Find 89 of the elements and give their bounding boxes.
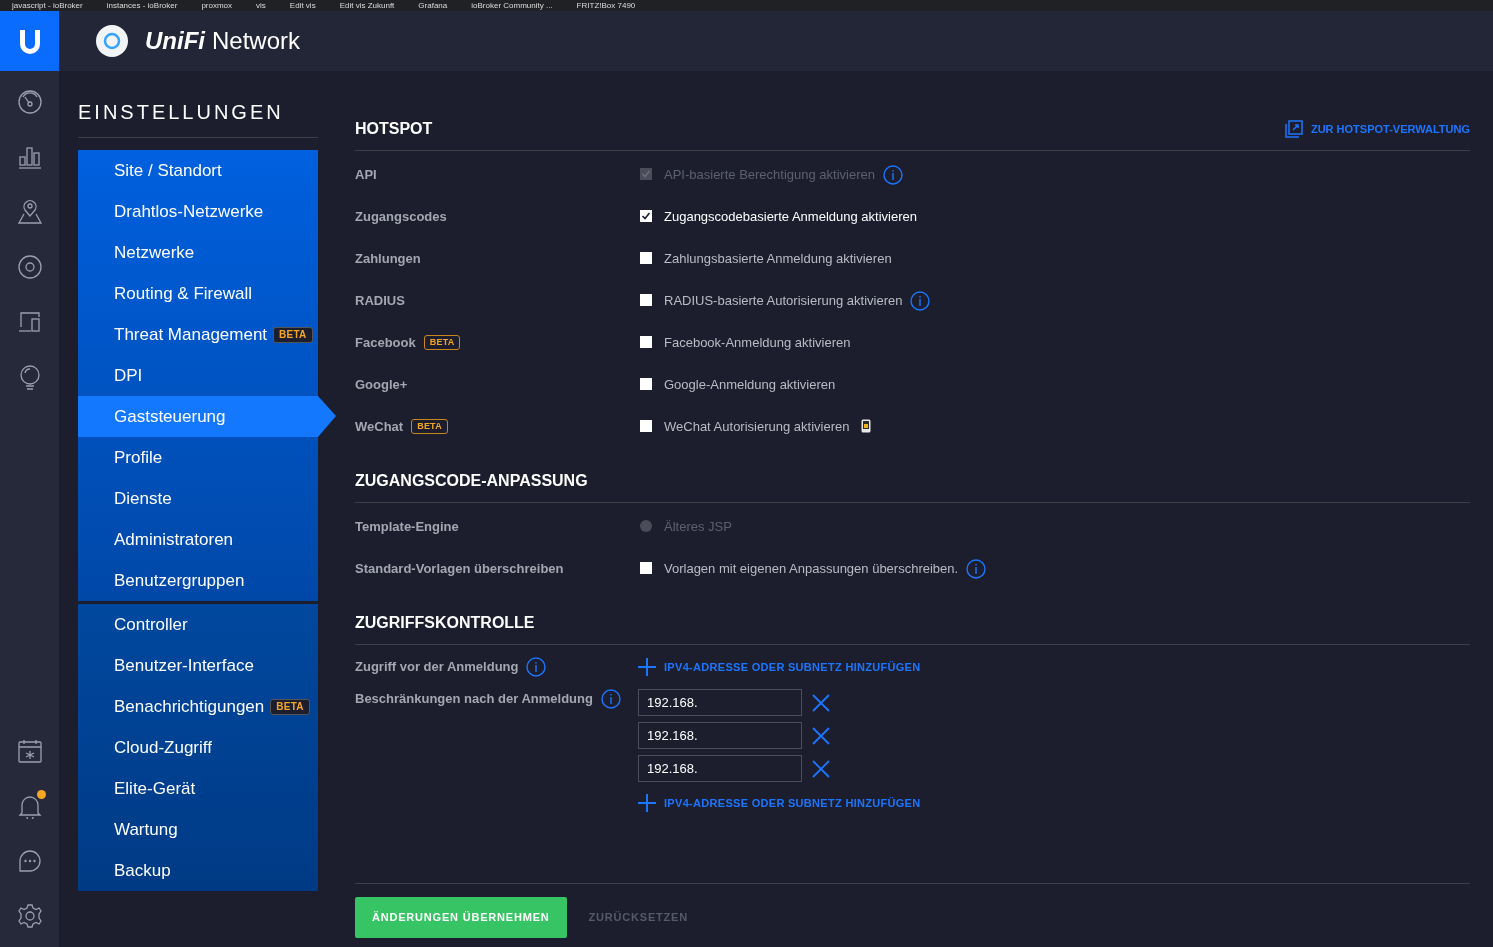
settings-menu-item[interactable]: Wartung: [78, 809, 318, 850]
option-label: API-basierte Berechtigung aktivieren: [664, 166, 875, 184]
settings-menu-item[interactable]: Cloud-Zugriff: [78, 727, 318, 768]
field-label: Template-Engine: [355, 518, 459, 536]
checkbox[interactable]: [640, 210, 652, 222]
bar-chart-icon[interactable]: [16, 144, 43, 170]
option-label: WeChat Autorisierung aktivieren: [664, 418, 850, 436]
settings-menu-item[interactable]: Benachrichtigungen BETA: [78, 686, 318, 727]
checkbox[interactable]: [640, 252, 652, 264]
option-label: Google-Anmeldung aktivieren: [664, 376, 836, 394]
field-label: RADIUS: [355, 292, 405, 310]
bookmark[interactable]: FRITZ!Box 7490: [576, 0, 636, 11]
section-title: ZUGANGSCODE-ANPASSUNG: [355, 471, 589, 491]
checkbox[interactable]: [640, 562, 652, 574]
settings-menu-item[interactable]: Profile: [78, 437, 318, 478]
checkbox[interactable]: [640, 336, 652, 348]
option-label: Facebook-Anmeldung aktivieren: [664, 334, 851, 352]
option-label: Vorlagen mit eigenen Anpassungen überschreiben.: [664, 560, 959, 578]
settings-menu-item[interactable]: Backup: [78, 850, 318, 891]
section-title: HOTSPOT: [355, 119, 434, 139]
field-label: API: [355, 166, 377, 184]
brand-name: UniFi: [145, 26, 205, 56]
info-icon[interactable]: [526, 657, 547, 677]
field-label: Zugriff vor der Anmeldung: [355, 658, 519, 677]
settings-title: EINSTELLUNGEN: [78, 97, 318, 138]
settings-menu-item[interactable]: Threat Management BETA: [78, 314, 318, 355]
option-label: Älteres JSP: [664, 518, 732, 536]
bookmark[interactable]: Edit vis Zukunft: [339, 0, 395, 11]
device-icon: [95, 24, 129, 58]
beta-badge: BETA: [411, 419, 448, 435]
option-label: RADIUS-basierte Autorisierung aktivieren: [664, 292, 903, 310]
field-label: WeChat: [355, 418, 404, 436]
checkbox[interactable]: [640, 294, 652, 306]
map-pin-icon[interactable]: [16, 199, 43, 225]
settings-menu-item[interactable]: Drahtlos-Netzwerke: [78, 191, 318, 232]
settings-menu-item[interactable]: Dienste: [78, 478, 318, 519]
devices-icon[interactable]: [16, 309, 43, 335]
bookmark[interactable]: Edit vis: [289, 0, 316, 11]
bookmark[interactable]: instances - ioBroker: [106, 0, 178, 11]
plus-icon: [638, 658, 656, 676]
field-label: Zugangscodes: [355, 208, 447, 226]
settings-menu-item[interactable]: Administratoren: [78, 519, 318, 560]
bookmark[interactable]: proxmox: [201, 0, 233, 11]
bookmark[interactable]: Grafana: [418, 0, 448, 11]
plus-icon: [638, 794, 656, 812]
beta-badge: BETA: [423, 335, 461, 351]
checkbox[interactable]: [640, 378, 652, 390]
settings-menu-item[interactable]: Elite-Gerät: [78, 768, 318, 809]
gauge-icon[interactable]: [16, 89, 43, 115]
add-subnet-link[interactable]: IPV4-ADRESSE ODER SUBNETZ HINZUFÜGEN: [638, 794, 921, 812]
product-name: Network: [212, 26, 301, 56]
access-point-icon[interactable]: [16, 254, 43, 280]
settings-menu-item[interactable]: Routing & Firewall: [78, 273, 318, 314]
field-label: Zahlungen: [355, 250, 421, 268]
app-logo[interactable]: [0, 11, 59, 71]
bookmark[interactable]: vis: [256, 0, 266, 11]
remove-icon[interactable]: [811, 758, 831, 779]
info-icon[interactable]: [600, 689, 621, 709]
settings-menu-item[interactable]: Site / Standort: [78, 150, 318, 191]
field-label: Standard-Vorlagen überschreiben: [355, 560, 564, 578]
ip-field[interactable]: 192.168.: [638, 722, 802, 749]
field-label: Facebook: [355, 334, 416, 352]
calendar-icon[interactable]: [16, 738, 43, 764]
settings-menu-item[interactable]: DPI: [78, 355, 318, 396]
bell-icon[interactable]: [16, 793, 43, 819]
option-label: Zahlungsbasierte Anmeldung aktivieren: [664, 250, 892, 268]
settings-menu-item[interactable]: Controller: [78, 604, 318, 645]
settings-menu-item[interactable]: Netzwerke: [78, 232, 318, 273]
hotspot-manager-link[interactable]: ZUR HOTSPOT-VERWALTUNG: [1284, 120, 1470, 138]
info-icon[interactable]: [966, 559, 987, 579]
add-subnet-link[interactable]: IPV4-ADRESSE ODER SUBNETZ HINZUFÜGEN: [638, 658, 921, 676]
field-label: Google+: [355, 376, 408, 394]
remove-icon[interactable]: [811, 725, 831, 746]
ip-field[interactable]: 192.168.: [638, 755, 802, 782]
settings-icon[interactable]: [16, 903, 43, 929]
remove-icon[interactable]: [811, 692, 831, 713]
bookmark[interactable]: javascript - ioBroker: [12, 0, 83, 11]
ip-field[interactable]: 192.168.: [638, 689, 802, 716]
external-link-icon: [1284, 120, 1303, 138]
settings-menu-item[interactable]: Benutzergruppen: [78, 560, 318, 601]
field-label: Beschränkungen nach der Anmeldung: [355, 690, 593, 709]
checkbox[interactable]: [640, 420, 652, 432]
bookmark[interactable]: ioBroker Community ...: [471, 0, 553, 11]
section-title: ZUGRIFFSKONTROLLE: [355, 613, 536, 633]
option-label: Zugangscodebasierte Anmeldung aktivieren: [664, 208, 917, 226]
settings-menu-item[interactable]: Benutzer-Interface: [78, 645, 318, 686]
selection-pointer: [318, 396, 336, 437]
info-icon[interactable]: [910, 291, 931, 311]
chat-icon[interactable]: [16, 848, 43, 874]
